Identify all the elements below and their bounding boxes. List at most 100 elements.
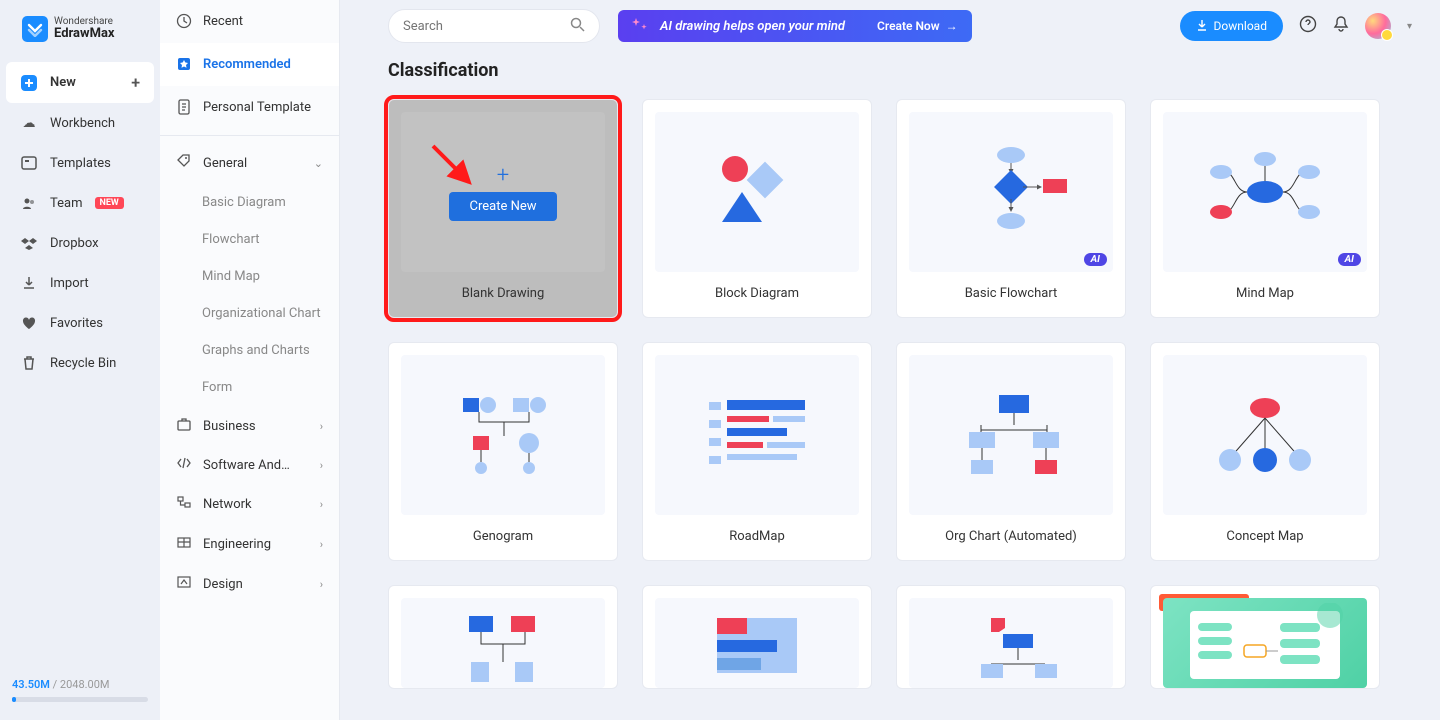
card-partial-3[interactable]: [896, 585, 1126, 689]
sub-basic-diagram[interactable]: Basic Diagram: [160, 184, 339, 221]
cat-software-label: Software And…: [203, 458, 290, 473]
download-button[interactable]: Download: [1180, 11, 1283, 41]
nav-team-label: Team: [50, 196, 83, 211]
card-mind-map[interactable]: AI Mind Map: [1150, 99, 1380, 318]
nav-favorites[interactable]: Favorites: [6, 303, 154, 343]
team-icon: [20, 194, 38, 212]
new-badge: NEW: [95, 197, 124, 209]
card-partial-1[interactable]: [388, 585, 618, 689]
search-icon[interactable]: [570, 17, 585, 36]
ai-sparkle-icon: [632, 16, 648, 36]
ai-banner[interactable]: AI drawing helps open your mind Create N…: [618, 10, 972, 42]
layout-icon: [687, 588, 827, 689]
ai-create-now[interactable]: Create Now →: [877, 19, 958, 33]
cat-network-label: Network: [203, 497, 252, 512]
card-basic-flowchart[interactable]: AI Basic Flowchart: [896, 99, 1126, 318]
nav-import[interactable]: Import: [6, 263, 154, 303]
sub-organizational-chart[interactable]: Organizational Chart: [160, 295, 339, 332]
bookmark-star-icon: [176, 56, 192, 72]
import-icon: [20, 274, 38, 292]
nav-new-label: New: [50, 75, 76, 90]
heart-icon: [20, 314, 38, 332]
card-block-diagram[interactable]: Block Diagram: [642, 99, 872, 318]
cat-design[interactable]: Design ›: [160, 564, 339, 604]
section-title: Classification: [388, 60, 1392, 81]
primary-sidebar: WondershareEdrawMax New + ☁ Workbench Te…: [0, 0, 160, 720]
template-grid: + Create New Blank Drawing Block Diagram: [388, 99, 1392, 689]
nav-import-label: Import: [50, 276, 89, 291]
card-label: Concept Map: [1151, 515, 1379, 560]
brand-name: EdrawMax: [54, 27, 115, 41]
bell-icon[interactable]: [1333, 15, 1349, 37]
search-input[interactable]: [403, 19, 570, 34]
midnav-personal[interactable]: Personal Template: [160, 86, 339, 129]
card-genogram[interactable]: Genogram: [388, 342, 618, 561]
nav-recycle-label: Recycle Bin: [50, 356, 116, 371]
create-new-button[interactable]: Create New: [449, 192, 556, 221]
sub-graphs-charts[interactable]: Graphs and Charts: [160, 332, 339, 369]
engineering-icon: [176, 535, 192, 553]
midnav-personal-label: Personal Template: [203, 100, 311, 115]
cat-general[interactable]: General ⌄: [160, 142, 339, 184]
nav-team[interactable]: Team NEW: [6, 183, 154, 223]
card-partial-recommended[interactable]: Recommended: [1150, 585, 1380, 689]
nav-dropbox[interactable]: Dropbox: [6, 223, 154, 263]
chevron-right-icon: ›: [320, 459, 323, 472]
block-diagram-icon: [687, 137, 827, 247]
cat-engineering[interactable]: Engineering ›: [160, 524, 339, 564]
storage-used: 43.50M: [12, 678, 50, 691]
tree-icon: [941, 588, 1081, 689]
ai-badge: AI: [1084, 253, 1107, 266]
mind-map-icon: [1195, 137, 1335, 247]
cloud-icon: ☁: [20, 114, 38, 132]
network-icon: [176, 495, 192, 513]
add-icon[interactable]: +: [131, 73, 140, 92]
nav-templates-label: Templates: [50, 156, 111, 171]
chevron-right-icon: ›: [320, 498, 323, 511]
category-sidebar: Recent Recommended Personal Template Gen…: [160, 0, 340, 720]
sub-flowchart[interactable]: Flowchart: [160, 221, 339, 258]
cat-network[interactable]: Network ›: [160, 484, 339, 524]
nav-workbench-label: Workbench: [50, 116, 115, 131]
cat-software[interactable]: Software And… ›: [160, 446, 339, 484]
nav-favorites-label: Favorites: [50, 316, 103, 331]
nav-dropbox-label: Dropbox: [50, 236, 99, 251]
nav-new[interactable]: New +: [6, 62, 154, 103]
card-label: Block Diagram: [643, 272, 871, 317]
cat-engineering-label: Engineering: [203, 537, 271, 552]
chevron-down-icon[interactable]: ▾: [1407, 21, 1412, 32]
sub-mind-map[interactable]: Mind Map: [160, 258, 339, 295]
card-blank-drawing[interactable]: + Create New Blank Drawing: [388, 99, 618, 318]
storage-bar: [12, 697, 148, 702]
cat-business[interactable]: Business ›: [160, 406, 339, 446]
card-label: Org Chart (Automated): [897, 515, 1125, 560]
nav-workbench[interactable]: ☁ Workbench: [6, 103, 154, 143]
preview-icon: [1180, 603, 1350, 683]
user-avatar[interactable]: [1365, 13, 1391, 39]
midnav-recommended[interactable]: Recommended: [160, 43, 339, 86]
ai-badge: AI: [1338, 253, 1361, 266]
nav-recycle[interactable]: Recycle Bin: [6, 343, 154, 383]
plus-square-icon: [20, 74, 38, 92]
chevron-right-icon: ›: [320, 578, 323, 591]
card-roadmap[interactable]: RoadMap: [642, 342, 872, 561]
chevron-right-icon: ›: [320, 420, 323, 433]
design-icon: [176, 575, 192, 593]
help-icon[interactable]: [1299, 15, 1317, 37]
nav-templates[interactable]: Templates: [6, 143, 154, 183]
storage-total: 2048.00M: [60, 678, 110, 691]
card-partial-2[interactable]: [642, 585, 872, 689]
card-org-chart[interactable]: Org Chart (Automated): [896, 342, 1126, 561]
sub-form[interactable]: Form: [160, 369, 339, 406]
search-box[interactable]: [388, 9, 600, 43]
arrow-right-icon: →: [946, 19, 958, 33]
dropbox-icon: [20, 234, 38, 252]
card-label: Basic Flowchart: [897, 272, 1125, 317]
midnav-recent[interactable]: Recent: [160, 0, 339, 43]
card-label: Genogram: [389, 515, 617, 560]
card-label: Blank Drawing: [389, 272, 617, 317]
chevron-right-icon: ›: [320, 538, 323, 551]
org-chart-icon: [941, 380, 1081, 490]
trash-icon: [20, 354, 38, 372]
card-concept-map[interactable]: Concept Map: [1150, 342, 1380, 561]
